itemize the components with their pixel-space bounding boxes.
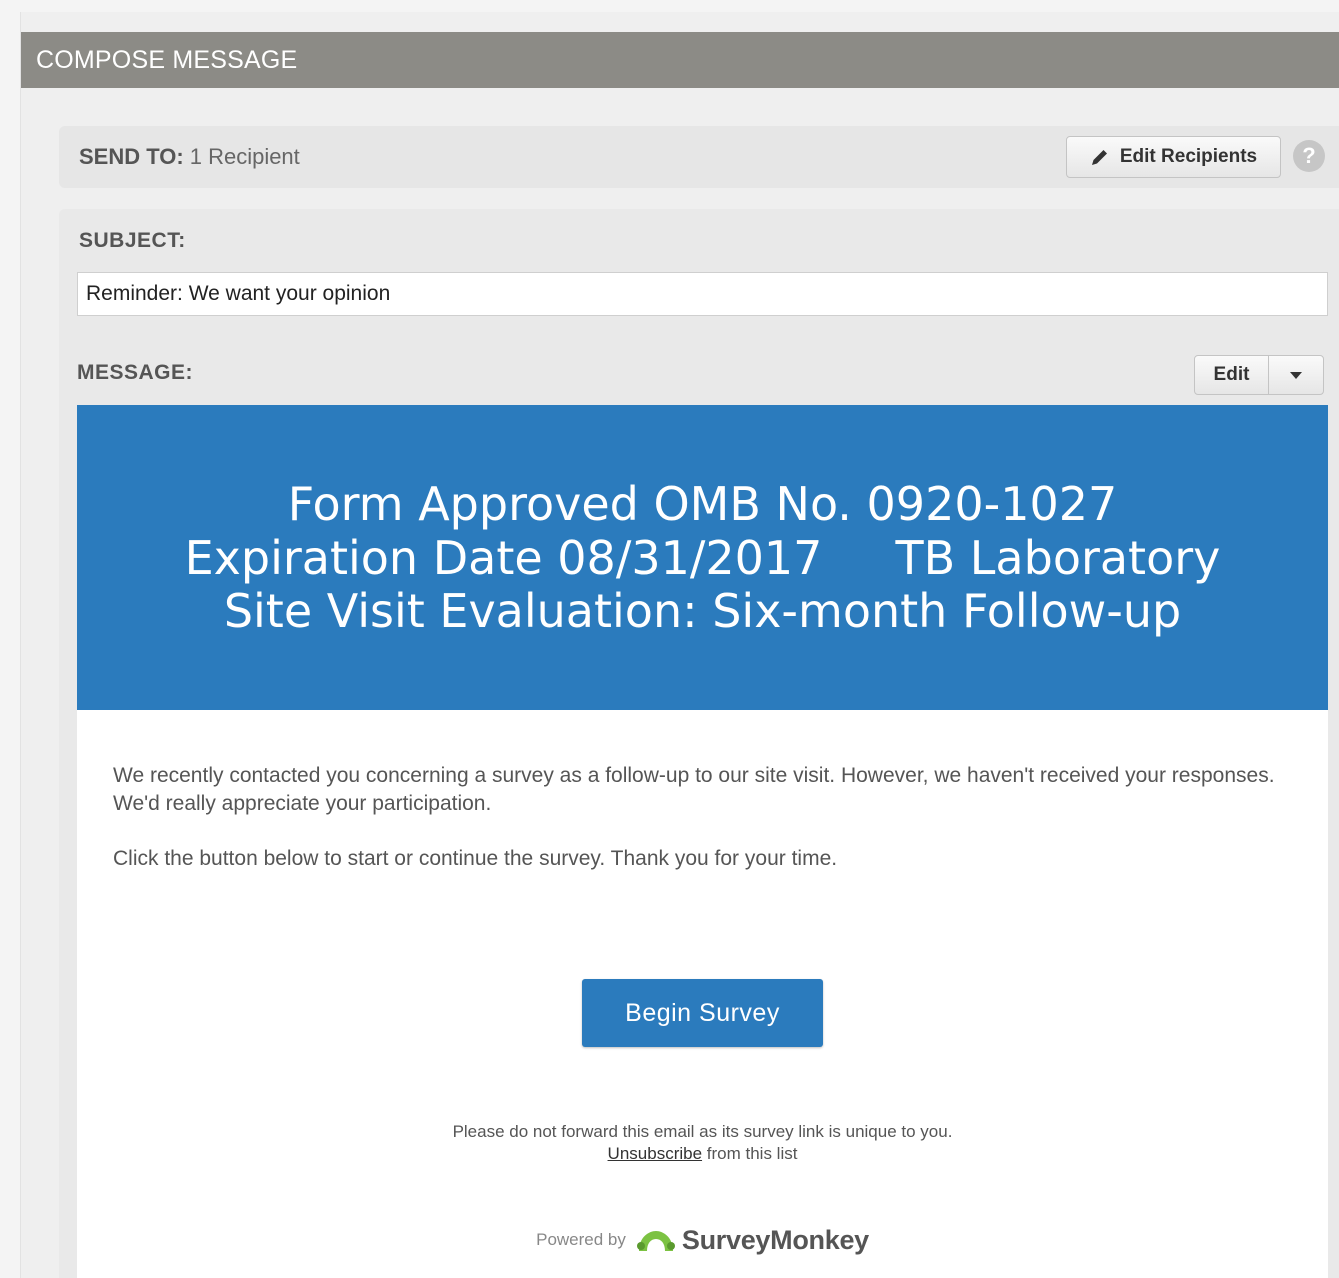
message-banner: Form Approved OMB No. 0920-1027 Expirati… [77, 405, 1328, 710]
subject-label: SUBJECT: [79, 229, 186, 252]
unsubscribe-link[interactable]: Unsubscribe [608, 1144, 703, 1163]
message-paragraph-1: We recently contacted you concerning a s… [113, 764, 1275, 815]
edit-recipients-label: Edit Recipients [1119, 146, 1258, 167]
begin-survey-button[interactable]: Begin Survey [582, 979, 823, 1047]
edit-menu-toggle[interactable] [1269, 356, 1323, 394]
surveymonkey-logo: SurveyMonkey [636, 1225, 869, 1256]
powered-by: Powered by SurveyMonkey [77, 1220, 1328, 1260]
compose-area: SUBJECT: MESSAGE: Edit Form Approved OMB… [59, 209, 1339, 1278]
banner-line-1: Form Approved OMB No. 0920-1027 [287, 477, 1118, 531]
help-icon[interactable]: ? [1293, 140, 1325, 172]
powered-by-text: Powered by [536, 1230, 626, 1249]
page-title: COMPOSE MESSAGE [21, 32, 1339, 88]
send-to-bar: SEND TO: 1 Recipient Edit Recipients ? [59, 126, 1339, 188]
message-paragraph-2: Click the button below to start or conti… [113, 847, 838, 870]
message-body: Form Approved OMB No. 0920-1027 Expirati… [77, 405, 1328, 1278]
banner-line-3: Site Visit Evaluation: Six-month Follow-… [223, 584, 1182, 638]
forward-warning: Please do not forward this email as its … [452, 1122, 953, 1141]
surveymonkey-icon [636, 1231, 675, 1251]
edit-button[interactable]: Edit [1195, 356, 1269, 394]
pencil-icon [1091, 150, 1107, 165]
compose-panel: COMPOSE MESSAGE SEND TO: 1 Recipient Edit… [20, 12, 1339, 1278]
message-label: MESSAGE: [77, 361, 194, 384]
caret-down-icon [1290, 372, 1302, 379]
edit-recipients-button[interactable]: Edit Recipients [1066, 136, 1281, 178]
recipient-count: 1 Recipient [189, 144, 300, 169]
brand-name: SurveyMonkey [681, 1224, 869, 1255]
unsubscribe-line: Unsubscribe from this list [77, 1143, 1328, 1165]
send-to-label: SEND TO: 1 Recipient [79, 126, 300, 188]
banner-line-2: Expiration Date 08/31/2017 TB Laboratory [184, 531, 1221, 585]
subject-input[interactable] [77, 272, 1328, 316]
send-to-label-text: SEND TO: [79, 144, 184, 169]
edit-dropdown: Edit [1194, 355, 1324, 395]
unsubscribe-suffix: from this list [702, 1144, 798, 1163]
